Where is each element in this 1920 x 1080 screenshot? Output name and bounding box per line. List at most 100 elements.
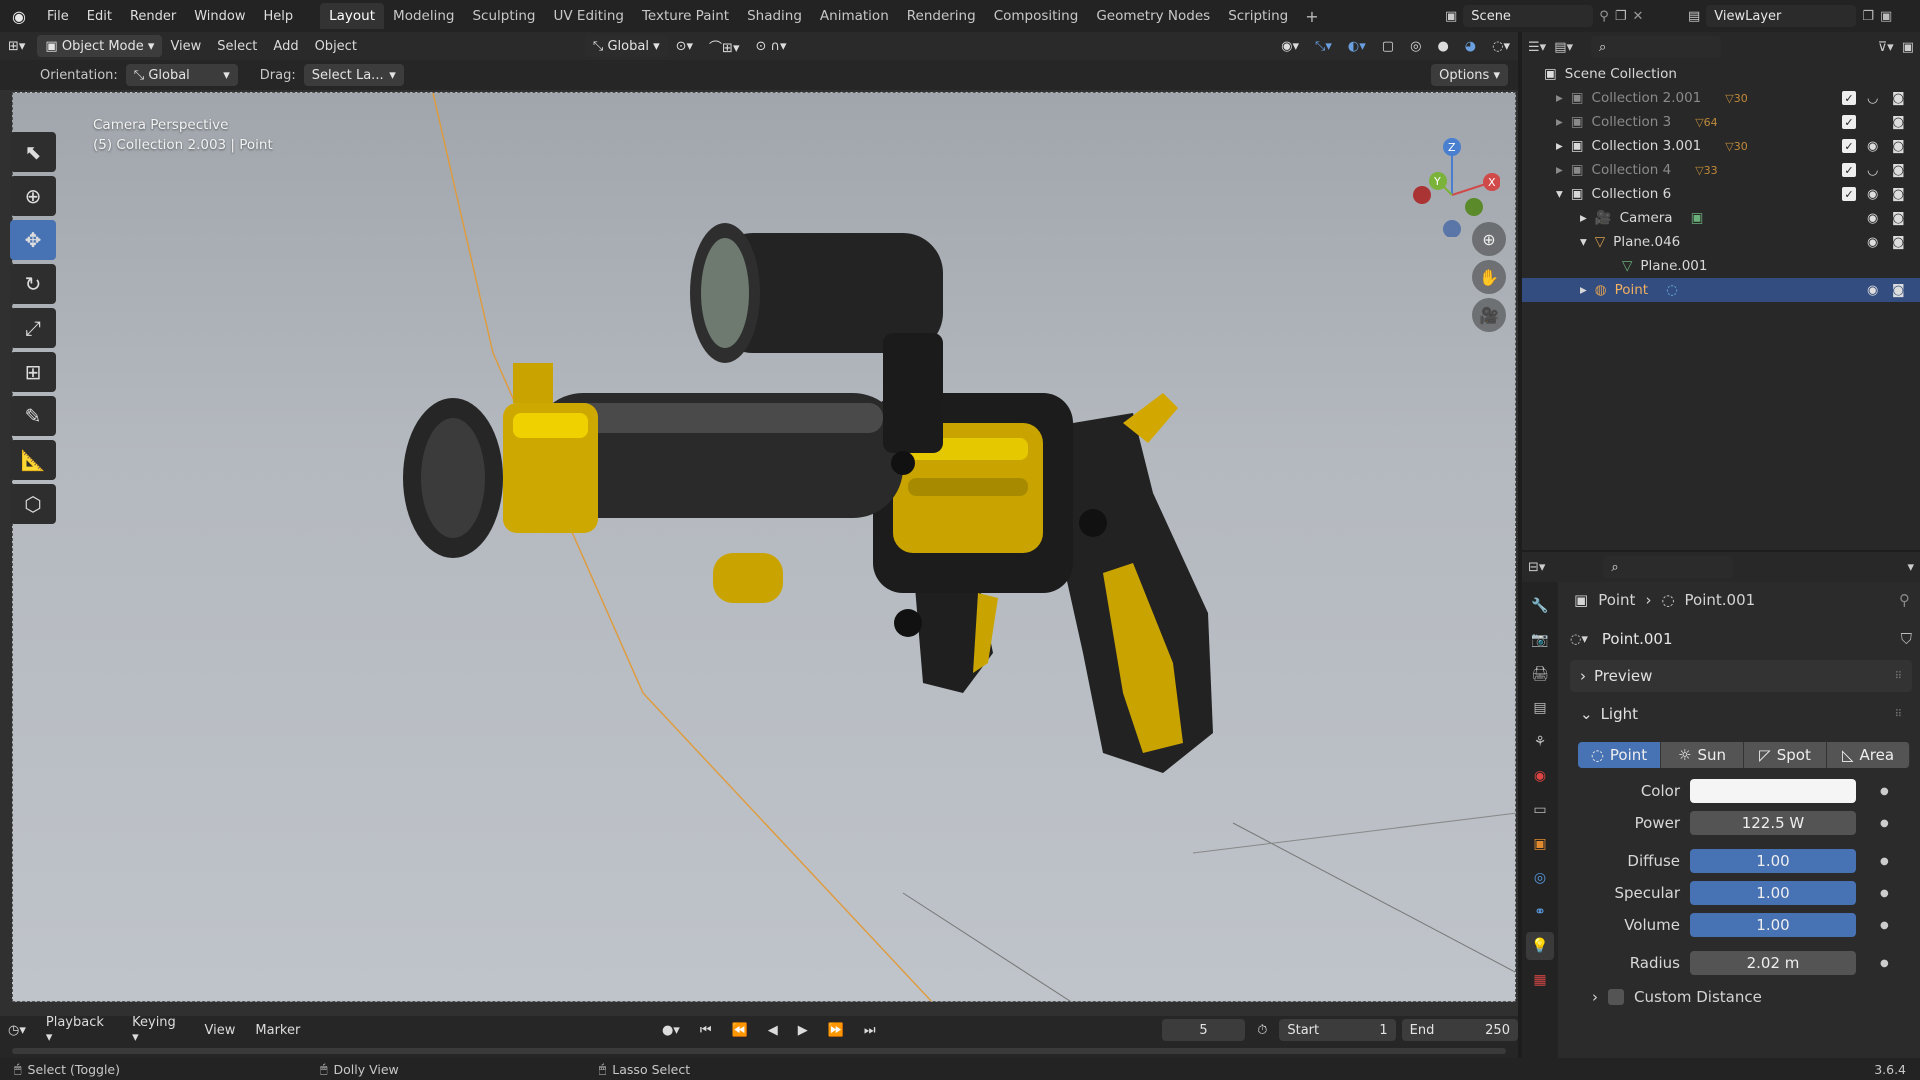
keyframe-dot-icon[interactable]: ● (1880, 888, 1889, 899)
chevron-down-icon[interactable]: ▾ (1907, 560, 1914, 575)
transform-orientation-dropdown[interactable]: ⤡ Global ▾ (584, 35, 668, 57)
menu-view-timeline[interactable]: View (197, 1023, 244, 1038)
outliner-collection-row[interactable]: ▸ ▣ Collection 3 ▽64 ✓ ◙ (1522, 110, 1920, 134)
physics-tab-icon[interactable]: ◎ (1526, 864, 1554, 892)
close-icon[interactable]: ✕ (1632, 9, 1643, 24)
rotate-tool-icon[interactable]: ↻ (10, 264, 56, 304)
properties-editor-icon[interactable]: ⊟▾ (1528, 560, 1545, 575)
jump-start-icon[interactable]: ⏮ (692, 1023, 720, 1038)
editor-type-icon[interactable]: ⊞▾ (0, 39, 33, 54)
display-mode-icon[interactable]: ▤▾ (1554, 40, 1573, 55)
add-cube-tool-icon[interactable]: ⬡ (10, 484, 56, 524)
copy-scene-icon[interactable]: ❐ (1615, 9, 1627, 24)
transform-tool-icon[interactable]: ⊞ (10, 352, 56, 392)
outliner-object-row[interactable]: ▸ 🎥 Camera ▣ ◉ ◙ (1522, 206, 1920, 230)
outliner-collection-row[interactable]: ▾ ▣ Collection 6 ✓ ◉ ◙ (1522, 182, 1920, 206)
pan-hand-icon[interactable]: ✋ (1472, 260, 1506, 294)
tab-compositing[interactable]: Compositing (985, 3, 1088, 29)
scene-tab-icon[interactable]: ⚘ (1526, 728, 1554, 756)
viewlayer-name-field[interactable]: ViewLayer (1706, 5, 1857, 27)
drag-handle-icon[interactable]: ⠿ (1895, 709, 1902, 720)
blender-logo-icon[interactable]: ◉ (0, 0, 38, 32)
prev-keyframe-icon[interactable]: ⏪ (724, 1023, 756, 1038)
power-field[interactable]: 122.5 W (1690, 811, 1856, 835)
menu-help[interactable]: Help (255, 9, 303, 24)
measure-tool-icon[interactable]: 📐 (10, 440, 56, 480)
scene-icon[interactable]: ▣ (1445, 9, 1457, 24)
outliner-object-row[interactable]: ▾ ▽ Plane.046 ◉ ◙ (1522, 230, 1920, 254)
tab-layout[interactable]: Layout (320, 3, 385, 29)
camera-view-icon[interactable]: 🎥 (1472, 298, 1506, 332)
light-type-spot-button[interactable]: ◸ Spot (1744, 742, 1827, 768)
view-layer-tab-icon[interactable]: ▤ (1526, 694, 1554, 722)
tab-animation[interactable]: Animation (811, 3, 898, 29)
outliner-mesh-data-row[interactable]: ▽ Plane.001 (1522, 254, 1920, 278)
texture-tab-icon[interactable]: ▦ (1526, 966, 1554, 994)
play-icon[interactable]: ▶ (790, 1023, 816, 1038)
outliner-collection-row[interactable]: ▸ ▣ Collection 2.001 ▽30 ✓ ◡ ◙ (1522, 86, 1920, 110)
menu-view[interactable]: View (162, 39, 209, 54)
render-camera-icon[interactable]: ◙ (1892, 91, 1905, 106)
options-dropdown[interactable]: Options ▾ (1431, 64, 1508, 86)
visibility-icon[interactable]: ◉▾ (1273, 39, 1307, 54)
datablock-name-field[interactable]: Point.001 (1593, 626, 1895, 652)
tab-uv-editing[interactable]: UV Editing (545, 3, 633, 29)
light-data-tab-icon[interactable]: 💡 (1526, 932, 1554, 960)
tab-modeling[interactable]: Modeling (384, 3, 463, 29)
fake-user-shield-icon[interactable]: ⛉ (1901, 630, 1912, 648)
filter-icon[interactable]: ⊽▾ (1878, 40, 1894, 55)
menu-edit[interactable]: Edit (78, 9, 121, 24)
menu-marker[interactable]: Marker (247, 1023, 308, 1038)
proportional-edit-icon[interactable]: ⊙ ∩▾ (747, 39, 794, 54)
render-camera-icon[interactable]: ◙ (1892, 211, 1905, 226)
menu-add[interactable]: Add (265, 39, 306, 54)
color-swatch[interactable] (1690, 779, 1856, 803)
timeline-scrubber[interactable] (12, 1048, 1506, 1054)
eye-icon[interactable]: ◉ (1867, 187, 1878, 202)
copy-viewlayer-icon[interactable]: ❐ (1862, 9, 1874, 24)
shading-rendered-icon[interactable]: ◌▾ (1484, 39, 1518, 54)
render-camera-icon[interactable]: ◙ (1892, 139, 1905, 154)
scale-tool-icon[interactable]: ⤢ (10, 308, 56, 348)
exclude-checkbox[interactable]: ✓ (1842, 115, 1856, 129)
render-camera-icon[interactable]: ◙ (1892, 163, 1905, 178)
menu-render[interactable]: Render (121, 9, 185, 24)
shading-solid-icon[interactable]: ● (1429, 39, 1456, 54)
snap-icon[interactable]: ⌒⊞▾ (701, 37, 747, 56)
scene-name-field[interactable]: Scene (1463, 5, 1594, 27)
tab-texture-paint[interactable]: Texture Paint (633, 3, 738, 29)
hide-eye-icon[interactable]: ◡ (1867, 163, 1878, 178)
outliner-search-input[interactable]: ⌕ (1591, 36, 1721, 58)
cursor-tool-icon[interactable]: ⊕ (10, 176, 56, 216)
remove-viewlayer-icon[interactable]: ▣ (1880, 9, 1892, 24)
light-type-icon[interactable]: ◌▾ (1570, 632, 1588, 647)
volume-slider[interactable]: 1.00 (1690, 913, 1856, 937)
pin-icon[interactable]: ⚲ (1599, 9, 1609, 24)
current-frame-field[interactable]: 5 (1161, 1019, 1246, 1041)
render-tab-icon[interactable]: 📷 (1526, 626, 1554, 654)
collection-tab-icon[interactable]: ▭ (1526, 796, 1554, 824)
properties-search-input[interactable]: ⌕ (1603, 556, 1734, 578)
eye-icon[interactable]: ◉ (1867, 211, 1878, 226)
end-frame-field[interactable]: End 250 (1401, 1019, 1518, 1041)
pin-icon[interactable]: ⚲ (1899, 591, 1920, 609)
outliner-editor-icon[interactable]: ☰▾ (1528, 40, 1546, 55)
mode-dropdown[interactable]: ▣ Object Mode ▾ (37, 35, 163, 57)
eye-icon[interactable]: ◉ (1867, 139, 1878, 154)
play-reverse-icon[interactable]: ◀ (760, 1023, 786, 1038)
menu-window[interactable]: Window (185, 9, 254, 24)
shading-wireframe-icon[interactable]: ◎ (1402, 39, 1429, 54)
outliner-object-row-selected[interactable]: ▸ ◍ Point ◌ ◉ ◙ (1522, 278, 1920, 302)
viewlayer-icon[interactable]: ▤ (1688, 9, 1700, 24)
tab-scripting[interactable]: Scripting (1219, 3, 1297, 29)
annotate-tool-icon[interactable]: ✎ (10, 396, 56, 436)
exclude-checkbox[interactable]: ✓ (1842, 139, 1856, 153)
render-camera-icon[interactable]: ◙ (1892, 115, 1905, 130)
radius-field[interactable]: 2.02 m (1690, 951, 1856, 975)
menu-keying[interactable]: Keying ▾ (124, 1015, 192, 1045)
light-type-area-button[interactable]: ◺ Area (1827, 742, 1910, 768)
menu-object[interactable]: Object (307, 39, 365, 54)
keyframe-dot-icon[interactable]: ● (1880, 920, 1889, 931)
drag-dropdown[interactable]: Select La... ▾ (303, 64, 404, 86)
clock-icon[interactable]: ⏱ (1249, 1023, 1275, 1038)
